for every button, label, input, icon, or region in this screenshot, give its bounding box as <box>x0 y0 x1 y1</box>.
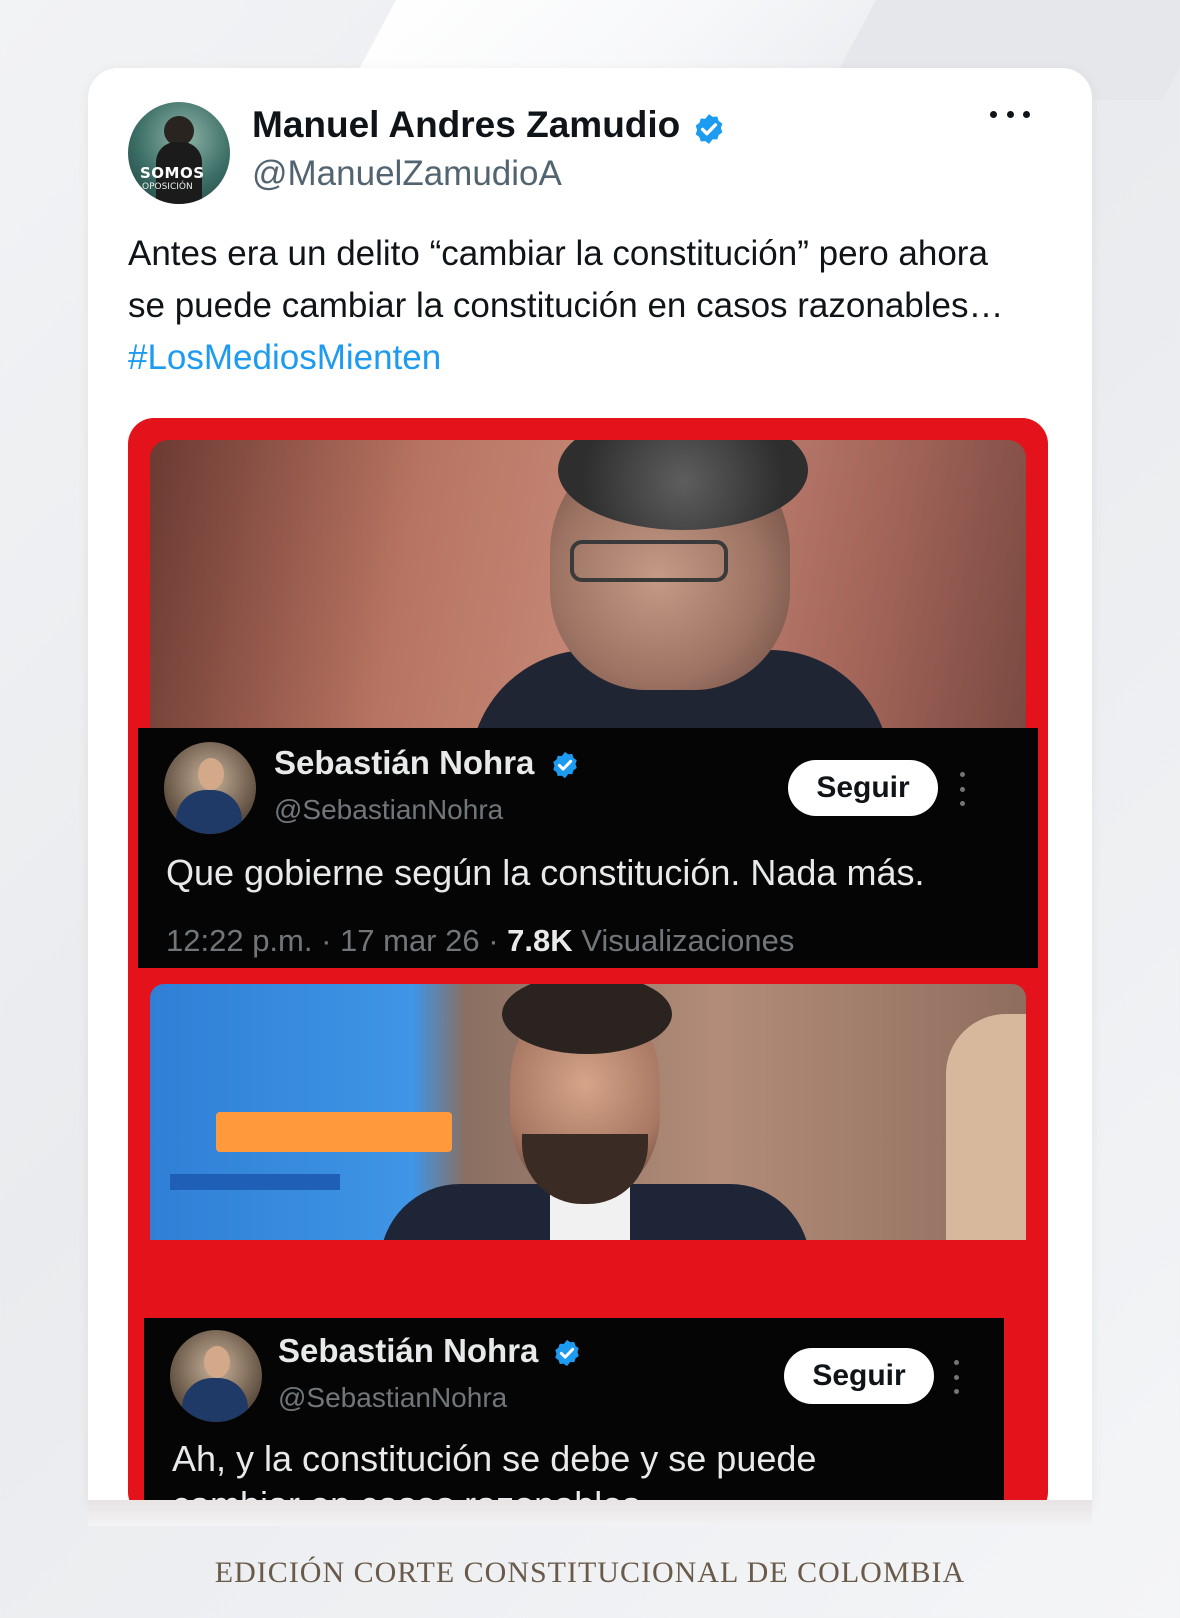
views-label: Visualizaciones <box>572 923 795 958</box>
avatar-logo-subtext: OPOSICIÓN <box>142 182 193 192</box>
follow-button: Seguir <box>788 760 938 816</box>
verified-badge-icon <box>555 1339 579 1367</box>
tweet-text: Antes era un delito “cambiar la constitu… <box>128 228 1028 384</box>
embedded-tweet-2: Sebastián Nohra @SebastianNohra Seguir A… <box>144 1318 1004 1506</box>
author-handle[interactable]: @ManuelZamudioA <box>252 154 562 194</box>
embedded-tweet-time: 12:22 p.m. · 17 mar 26 · <box>166 923 508 958</box>
photo-man-with-glasses <box>150 440 1026 728</box>
embedded-author-name: Sebastián Nohra <box>274 744 535 781</box>
embedded-author-handle: @SebastianNohra <box>274 794 504 825</box>
embedded-tweet-text-line1: Ah, y la constitución se debe y se puede <box>172 1438 817 1479</box>
kebab-menu-icon <box>954 1360 962 1394</box>
embedded-author-handle: @SebastianNohra <box>278 1382 508 1413</box>
kebab-menu-icon <box>960 772 968 806</box>
follow-button: Seguir <box>784 1348 934 1404</box>
embedded-avatar <box>164 742 256 834</box>
embedded-avatar <box>170 1330 262 1422</box>
embedded-author-name: Sebastián Nohra <box>278 1332 539 1369</box>
tweet-media-image[interactable]: Sebastián Nohra @SebastianNohra Seguir Q… <box>128 418 1048 1506</box>
tweet-body: Antes era un delito “cambiar la constitu… <box>128 234 1004 325</box>
embedded-tweet-meta: 12:22 p.m. · 17 mar 26 · 7.8K Visualizac… <box>166 923 794 959</box>
author-avatar[interactable]: SOMOS OPOSICIÓN <box>128 102 230 204</box>
caption-text: EDICIÓN CORTE CONSTITUCIONAL DE COLOMBIA <box>214 1556 966 1589</box>
verified-badge-icon <box>553 751 577 779</box>
hashtag-link[interactable]: #LosMediosMienten <box>128 338 441 377</box>
verified-badge-icon <box>695 114 723 144</box>
more-options-icon[interactable] <box>990 106 1030 122</box>
card-bottom-shadow <box>88 1500 1092 1526</box>
tweet-card[interactable]: SOMOS OPOSICIÓN Manuel Andres Zamudio @M… <box>88 68 1092 1506</box>
photo-man-with-beard <box>150 984 1026 1240</box>
embedded-tweet-text: Que gobierne según la constitución. Nada… <box>166 852 925 893</box>
author-name[interactable]: Manuel Andres Zamudio <box>252 104 680 146</box>
view-count: 7.8K <box>507 923 573 958</box>
embedded-tweet-1: Sebastián Nohra @SebastianNohra Seguir Q… <box>138 728 1038 968</box>
avatar-logo-text: SOMOS <box>140 164 205 182</box>
